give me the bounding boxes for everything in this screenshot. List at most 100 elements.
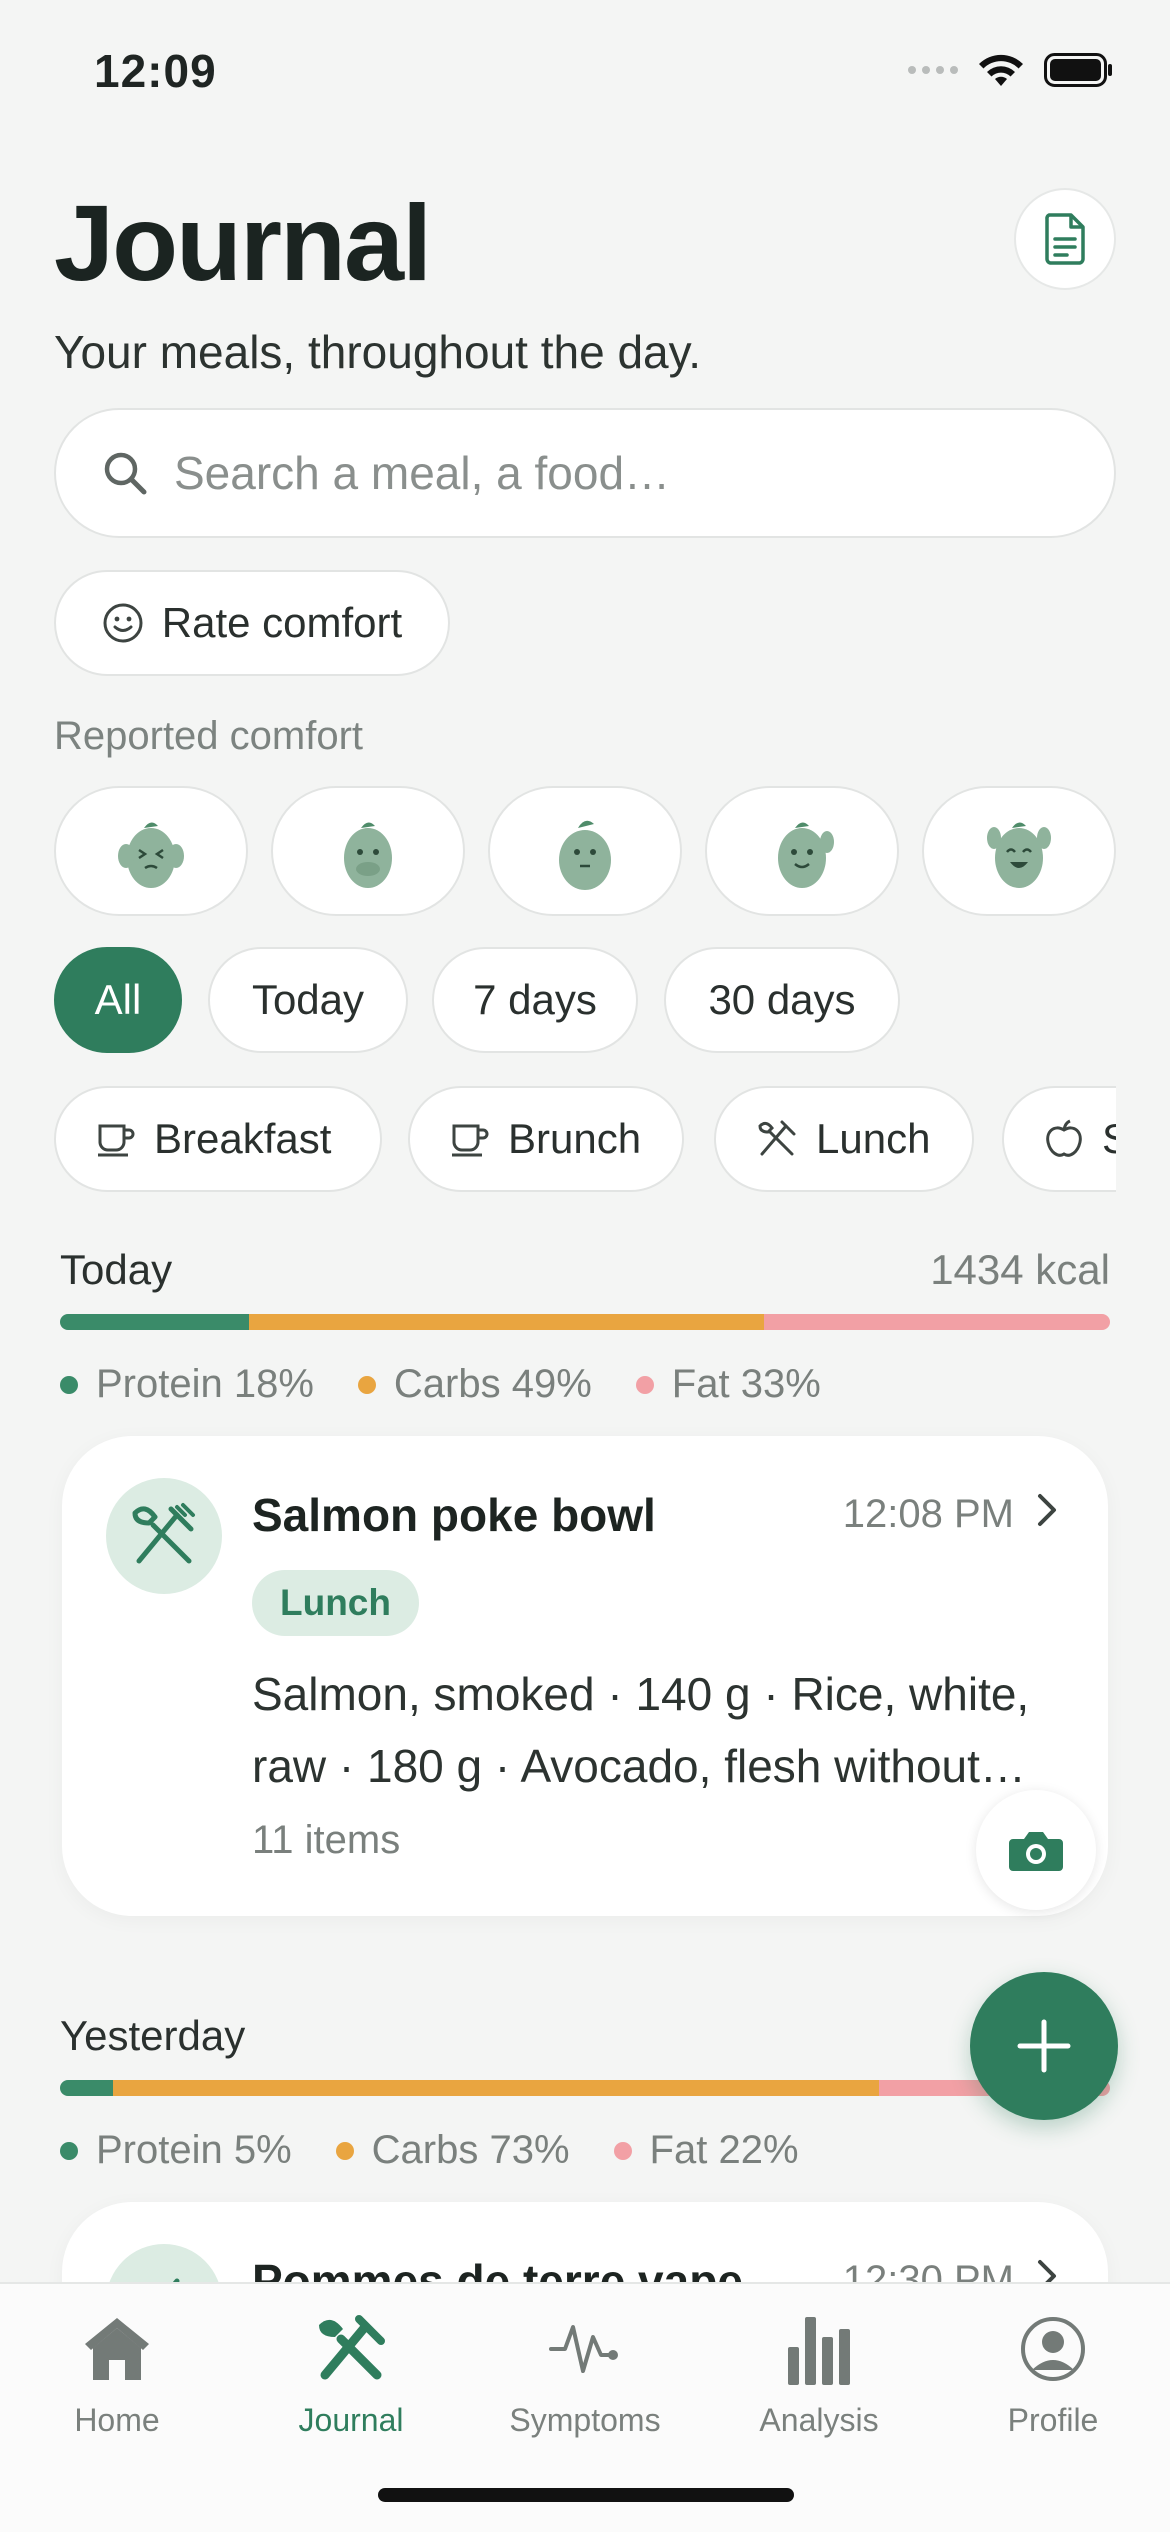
meal-description: Salmon, smoked · 140 g · Rice, white, ra… xyxy=(252,1668,1030,1792)
cup-icon xyxy=(452,1124,489,1157)
protein-dot xyxy=(60,2141,78,2160)
comfort-filter-1[interactable] xyxy=(54,786,248,916)
legend-protein: Protein 5% xyxy=(60,2128,292,2173)
tab-symptoms[interactable]: Symptoms xyxy=(468,2304,702,2439)
day-kcal-today: 1434 kcal xyxy=(930,1246,1110,1293)
legend-carbs-text: Carbs 49% xyxy=(393,1362,592,1406)
tab-journal-label: Journal xyxy=(298,2402,404,2438)
comfort-filter-2[interactable] xyxy=(271,786,465,916)
utensils-icon xyxy=(758,1120,796,1156)
tab-profile-label: Profile xyxy=(1007,2402,1099,2438)
macro-bar-today xyxy=(60,1314,1110,1330)
meal-type-tag: Lunch xyxy=(252,1570,419,1636)
day-label-today: Today xyxy=(60,1246,173,1293)
carbs-dot xyxy=(335,2141,354,2160)
utensils-icon xyxy=(319,2315,385,2380)
page-title: Journal xyxy=(54,182,432,303)
tab-symptoms-label: Symptoms xyxy=(509,2402,661,2438)
journal-icon-wrap xyxy=(315,2304,387,2394)
add-meal-button[interactable] xyxy=(970,1972,1118,2120)
apple-icon xyxy=(1046,1119,1082,1157)
legend-carbs-text: Carbs 73% xyxy=(371,2128,570,2172)
macro-legend-today: Protein 18% Carbs 49% Fat 33% xyxy=(60,1362,821,1407)
tab-analysis[interactable]: Analysis xyxy=(702,2304,936,2439)
legend-fat: Fat 33% xyxy=(635,1362,821,1407)
carbs-dot xyxy=(357,1375,376,1394)
fat-dot xyxy=(635,1375,654,1394)
bar-chart-icon xyxy=(788,2317,850,2385)
tab-home[interactable]: Home xyxy=(0,2304,234,2439)
macro-legend-yesterday: Protein 5% Carbs 73% Fat 22% xyxy=(60,2128,799,2173)
legend-carbs: Carbs 73% xyxy=(335,2128,570,2173)
fat-dot xyxy=(613,2141,632,2160)
protein-segment xyxy=(60,2080,113,2096)
symptoms-icon-wrap xyxy=(549,2304,621,2394)
carbs-segment xyxy=(112,2080,879,2096)
reported-comfort-label: Reported comfort xyxy=(54,714,364,758)
protein-segment xyxy=(60,1314,249,1330)
rate-comfort-button[interactable]: Rate comfort xyxy=(54,570,450,676)
add-photo-button[interactable] xyxy=(976,1790,1096,1910)
uncomfortable-mascot-icon xyxy=(344,822,392,888)
legend-carbs: Carbs 49% xyxy=(357,1362,592,1407)
filter-30-days[interactable]: 30 days xyxy=(664,947,900,1053)
legend-protein-text: Protein 5% xyxy=(96,2128,292,2172)
neutral-mascot-icon xyxy=(559,820,611,890)
profile-icon-wrap xyxy=(1020,2304,1086,2394)
filter-brunch-label: Brunch xyxy=(508,1115,642,1162)
filter-lunch[interactable]: Lunch xyxy=(714,1086,974,1192)
tab-analysis-label: Analysis xyxy=(759,2402,879,2438)
utensils-icon xyxy=(132,1503,195,1564)
filter-breakfast-label: Breakfast xyxy=(154,1115,332,1162)
wifi-icon xyxy=(979,54,1023,86)
very-comfortable-mascot-icon xyxy=(987,822,1051,888)
comfortable-mascot-icon xyxy=(778,822,834,888)
filter-7-days[interactable]: 7 days xyxy=(432,947,638,1053)
meal-icon xyxy=(106,1478,222,1594)
cellular-signal-icon xyxy=(908,66,958,74)
filter-all[interactable]: All xyxy=(54,947,182,1053)
filter-brunch[interactable]: Brunch xyxy=(408,1086,684,1192)
pulse-icon xyxy=(549,2325,618,2373)
export-report-button[interactable] xyxy=(1014,188,1116,290)
home-icon-wrap xyxy=(81,2304,153,2394)
legend-protein-text: Protein 18% xyxy=(96,1362,314,1406)
search-icon xyxy=(104,452,147,495)
comfort-filter-4[interactable] xyxy=(705,786,899,916)
status-time: 12:09 xyxy=(94,45,217,97)
analysis-icon-wrap xyxy=(786,2304,852,2394)
comfort-filter-3[interactable] xyxy=(488,786,682,916)
cup-icon xyxy=(98,1124,135,1157)
carbs-segment xyxy=(249,1314,764,1330)
very-uncomfortable-mascot-icon xyxy=(118,822,184,888)
filter-lunch-label: Lunch xyxy=(816,1115,931,1162)
fat-segment xyxy=(763,1314,1110,1330)
filter-today[interactable]: Today xyxy=(208,947,408,1053)
tab-home-label: Home xyxy=(74,2402,160,2438)
home-indicator xyxy=(378,2488,794,2502)
chevron-right-icon xyxy=(1038,1494,1056,1526)
filter-breakfast[interactable]: Breakfast xyxy=(54,1086,382,1192)
page-subtitle: Your meals, throughout the day. xyxy=(54,326,701,378)
search-bar[interactable] xyxy=(54,408,1116,538)
day-label-yesterday: Yesterday xyxy=(60,2012,246,2059)
meal-time: 12:08 PM xyxy=(842,1492,1014,1536)
smiley-icon xyxy=(103,603,143,643)
comfort-filter-5[interactable] xyxy=(922,786,1116,916)
meal-card[interactable]: Salmon poke bowl 12:08 PM Lunch Salmon, … xyxy=(62,1436,1108,1916)
legend-fat: Fat 22% xyxy=(613,2128,799,2173)
status-indicators xyxy=(908,52,1114,88)
protein-dot xyxy=(60,1375,78,1394)
battery-icon xyxy=(1044,53,1112,87)
plus-icon xyxy=(1017,2019,1071,2073)
profile-icon xyxy=(1021,2317,1085,2381)
rate-comfort-label: Rate comfort xyxy=(161,599,403,646)
tab-profile[interactable]: Profile xyxy=(936,2304,1170,2439)
legend-fat-text: Fat 22% xyxy=(649,2128,799,2172)
tab-journal[interactable]: Journal xyxy=(234,2304,468,2439)
filter-snack[interactable]: S xyxy=(1002,1086,1116,1192)
status-bar: 12:09 xyxy=(0,0,1170,150)
search-input[interactable] xyxy=(174,446,1054,500)
filter-snack-label: S xyxy=(1102,1115,1116,1163)
legend-fat-text: Fat 33% xyxy=(671,1362,821,1406)
